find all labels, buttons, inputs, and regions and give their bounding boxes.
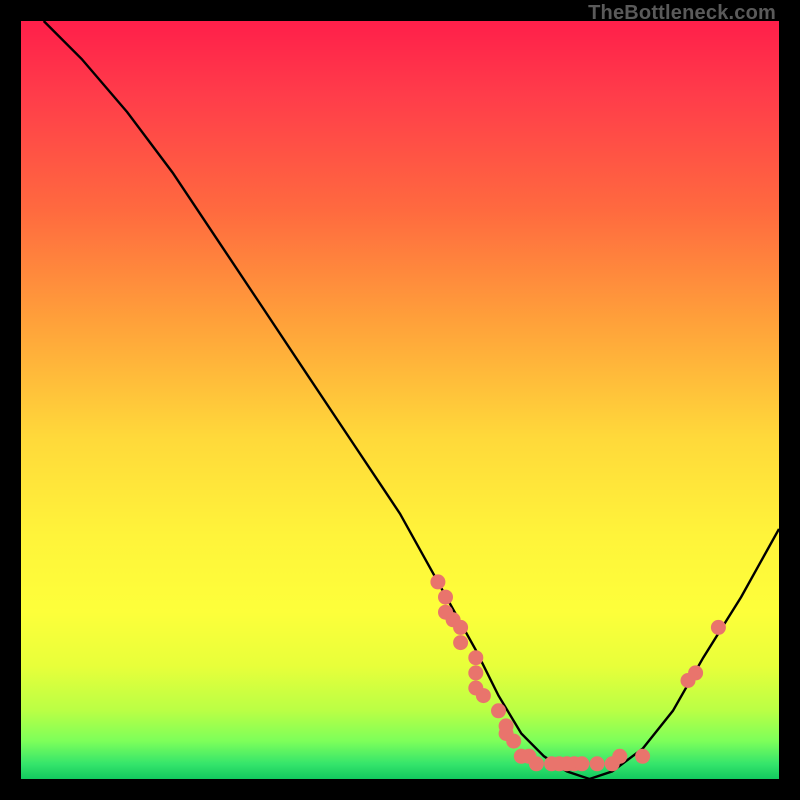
data-marker [688, 665, 703, 680]
data-marker [438, 590, 453, 605]
data-marker [529, 756, 544, 771]
chart-svg [21, 21, 779, 779]
data-marker [635, 749, 650, 764]
marker-group [430, 574, 726, 771]
data-marker [468, 665, 483, 680]
data-marker [430, 574, 445, 589]
data-marker [476, 688, 491, 703]
data-marker [711, 620, 726, 635]
data-marker [453, 635, 468, 650]
data-marker [491, 703, 506, 718]
data-marker [590, 756, 605, 771]
data-marker [506, 734, 521, 749]
bottleneck-curve [44, 21, 779, 779]
data-marker [612, 749, 627, 764]
chart-frame [21, 21, 779, 779]
data-marker [468, 650, 483, 665]
data-marker [453, 620, 468, 635]
data-marker [574, 756, 589, 771]
watermark-text: TheBottleneck.com [588, 2, 776, 25]
